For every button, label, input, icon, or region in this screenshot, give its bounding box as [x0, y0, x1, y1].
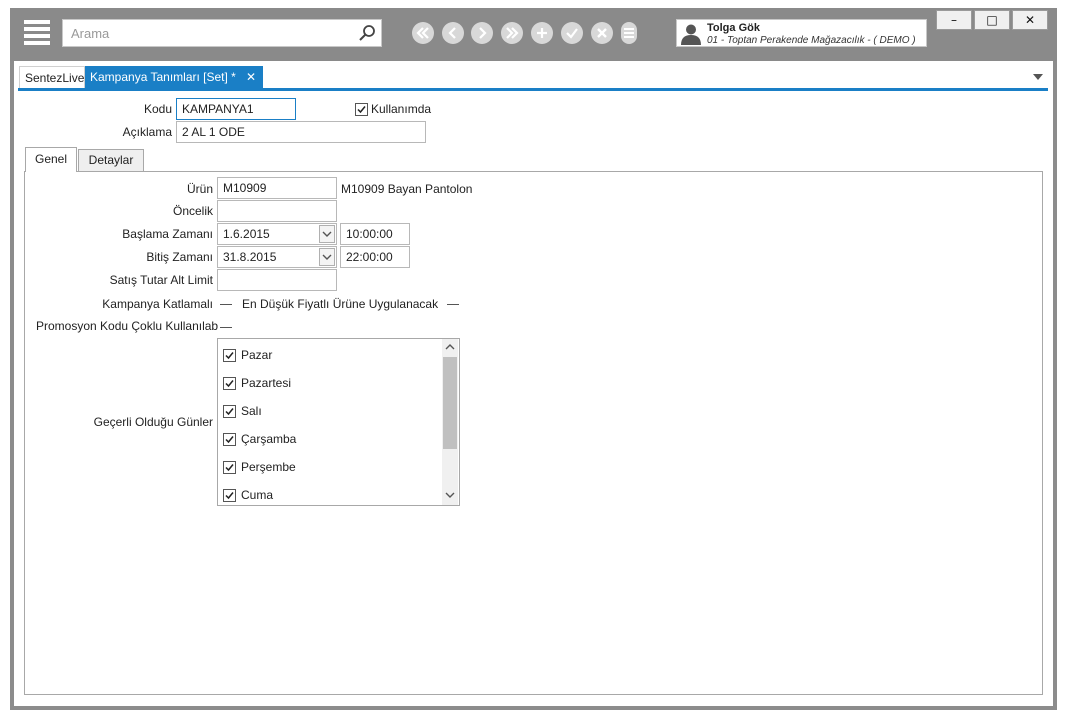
urun-label: Ürün [186, 182, 213, 196]
tab-kampanya-tanimlari[interactable]: Kampanya Tanımları [Set] * [85, 66, 263, 89]
bitis-time-field[interactable] [340, 246, 410, 268]
baslama-zamani-label: Başlama Zamanı [122, 227, 213, 241]
bitis-zamani-label: Bitiş Zamanı [146, 250, 213, 264]
satis-tutar-alt-limit-label: Satış Tutar Alt Limit [109, 273, 213, 287]
day-checkbox[interactable] [223, 461, 236, 474]
checkmark-icon [225, 492, 234, 500]
oncelik-label: Öncelik [172, 204, 213, 218]
chevron-right-icon [479, 27, 487, 39]
promosyon-kodu-label: Promosyon Kodu Çoklu Kullanılab [36, 319, 219, 333]
kampanya-katlamali-label: Kampanya Katlamalı [102, 297, 213, 311]
last-record-button[interactable] [501, 22, 523, 44]
day-label: Pazartesi [241, 376, 292, 390]
promosyon-kodu-checkbox[interactable] [220, 327, 232, 329]
day-label: Cuma [241, 488, 274, 502]
chevron-down-icon[interactable] [445, 491, 455, 499]
tab-detaylar[interactable]: Detaylar [78, 149, 144, 171]
urun-description: M10909 Bayan Pantolon [341, 182, 473, 196]
day-label: Pazar [241, 348, 273, 362]
day-checkbox[interactable] [223, 377, 236, 390]
more-options-button[interactable] [621, 22, 637, 44]
user-company: 01 - Toptan Perakende Mağazacılık - ( DE… [707, 35, 916, 46]
checkmark-icon [225, 380, 234, 388]
minimize-button[interactable]: – [936, 10, 972, 30]
oncelik-field[interactable] [217, 200, 337, 222]
tab-close-icon[interactable]: ✕ [246, 66, 256, 89]
user-info[interactable]: Tolga Gök 01 - Toptan Perakende Mağazacı… [676, 19, 927, 47]
minimize-icon: – [951, 13, 957, 27]
scroll-thumb[interactable] [443, 357, 457, 449]
urun-field[interactable] [217, 177, 337, 199]
day-checkbox[interactable] [223, 489, 236, 502]
x-icon [597, 28, 607, 38]
gecerli-gunler-list[interactable]: Pazar Pazartesi Salı Çarşamba Perşembe C… [217, 338, 460, 506]
tab-underline [18, 88, 1048, 91]
next-record-button[interactable] [471, 22, 493, 44]
chevron-down-icon [322, 254, 332, 260]
en-dusuk-fiyat-checkbox[interactable] [447, 304, 459, 306]
bitis-date-dropdown[interactable] [319, 248, 335, 266]
user-name: Tolga Gök [707, 22, 760, 34]
checkmark-icon [225, 352, 234, 360]
checkmark-icon [225, 436, 234, 444]
previous-record-button[interactable] [442, 22, 464, 44]
double-chevron-left-icon [416, 27, 429, 39]
close-window-button[interactable]: ✕ [1012, 10, 1048, 30]
kullanimda-label: Kullanımda [371, 102, 432, 116]
user-avatar-icon [681, 24, 701, 45]
maximize-icon: □ [986, 13, 998, 27]
checkmark-icon [566, 28, 578, 39]
day-label: Perşembe [241, 460, 296, 474]
kampanya-katlamali-checkbox[interactable] [220, 304, 232, 306]
search-box [62, 19, 382, 47]
search-icon[interactable] [357, 23, 377, 43]
save-button[interactable] [561, 22, 583, 44]
kullanimda-checkbox[interactable] [355, 103, 368, 116]
tab-dropdown-icon[interactable] [1032, 72, 1044, 82]
chevron-up-icon[interactable] [445, 343, 455, 351]
day-label: Salı [241, 404, 262, 418]
first-record-button[interactable] [412, 22, 434, 44]
chevron-down-icon [322, 231, 332, 237]
tab-genel[interactable]: Genel [25, 147, 77, 172]
checkmark-icon [225, 464, 234, 472]
list-scrollbar[interactable] [442, 339, 458, 505]
day-checkbox[interactable] [223, 405, 236, 418]
search-input[interactable] [63, 20, 353, 46]
add-record-button[interactable] [531, 22, 553, 44]
hamburger-menu-icon[interactable] [24, 20, 50, 46]
day-label: Çarşamba [241, 432, 297, 446]
baslama-time-field[interactable] [340, 223, 410, 245]
cancel-button[interactable] [591, 22, 613, 44]
day-checkbox[interactable] [223, 433, 236, 446]
aciklama-field[interactable] [176, 121, 426, 143]
maximize-button[interactable]: □ [974, 10, 1010, 30]
chevron-left-icon [448, 27, 456, 39]
checkmark-icon [357, 106, 366, 114]
satis-tutar-alt-limit-field[interactable] [217, 269, 337, 291]
aciklama-label: Açıklama [122, 125, 172, 139]
tab-sentezlive[interactable]: SentezLive [19, 66, 85, 89]
en-dusuk-fiyat-label: En Düşük Fiyatlı Ürüne Uygulanacak [242, 297, 439, 311]
baslama-date-dropdown[interactable] [319, 225, 335, 243]
kodu-field[interactable] [176, 98, 296, 120]
day-checkbox[interactable] [223, 349, 236, 362]
double-chevron-right-icon [506, 27, 519, 39]
kodu-label: Kodu [143, 102, 172, 116]
gecerli-gunler-label: Geçerli Olduğu Günler [93, 415, 213, 429]
checkmark-icon [225, 408, 234, 416]
close-icon: ✕ [1024, 13, 1036, 27]
plus-icon [537, 28, 547, 38]
list-icon [624, 28, 634, 38]
